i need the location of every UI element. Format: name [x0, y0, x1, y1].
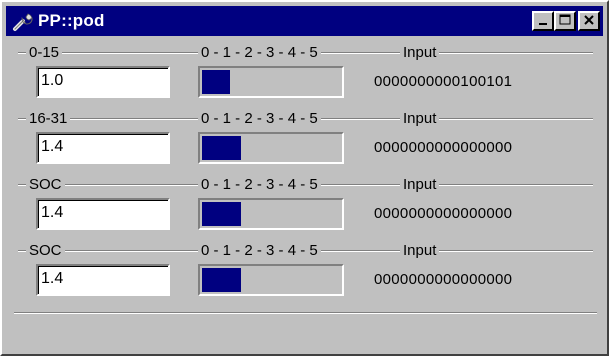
scale-label: 0 - 1 - 2 - 3 - 4 - 5	[198, 110, 321, 128]
input-label: Input	[400, 242, 440, 260]
level-bar-fill	[202, 268, 241, 292]
scale-label: 0 - 1 - 2 - 3 - 4 - 5	[198, 176, 321, 194]
channel-group-1: 0-15 0 - 1 - 2 - 3 - 4 - 5 Input 1.0 000…	[12, 18, 599, 98]
group-label: SOC	[26, 176, 65, 194]
input-label: Input	[400, 110, 440, 128]
input-label: Input	[400, 176, 440, 194]
value-text: 1.4	[41, 270, 64, 287]
input-bits: 0000000000000000	[374, 271, 513, 288]
channel-group-4: SOC 0 - 1 - 2 - 3 - 4 - 5 Input 1.4 0000…	[12, 216, 599, 296]
level-bar	[198, 264, 344, 296]
channel-group-2: 16-31 0 - 1 - 2 - 3 - 4 - 5 Input 1.4 00…	[12, 84, 599, 164]
group-label: 16-31	[26, 110, 71, 128]
input-label: Input	[400, 44, 440, 62]
value-input[interactable]: 1.4	[36, 264, 170, 296]
app-window: PP::pod 0-15 0 - 1 - 2 - 3 - 4 - 5 Input…	[0, 0, 609, 356]
group-label: 0-15	[26, 44, 63, 62]
scale-label: 0 - 1 - 2 - 3 - 4 - 5	[198, 242, 321, 260]
client-area: 0-15 0 - 1 - 2 - 3 - 4 - 5 Input 1.0 000…	[6, 38, 603, 350]
scale-label: 0 - 1 - 2 - 3 - 4 - 5	[198, 44, 321, 62]
group-label: SOC	[26, 242, 65, 260]
status-divider	[14, 312, 597, 314]
channel-group-3: SOC 0 - 1 - 2 - 3 - 4 - 5 Input 1.4 0000…	[12, 150, 599, 230]
